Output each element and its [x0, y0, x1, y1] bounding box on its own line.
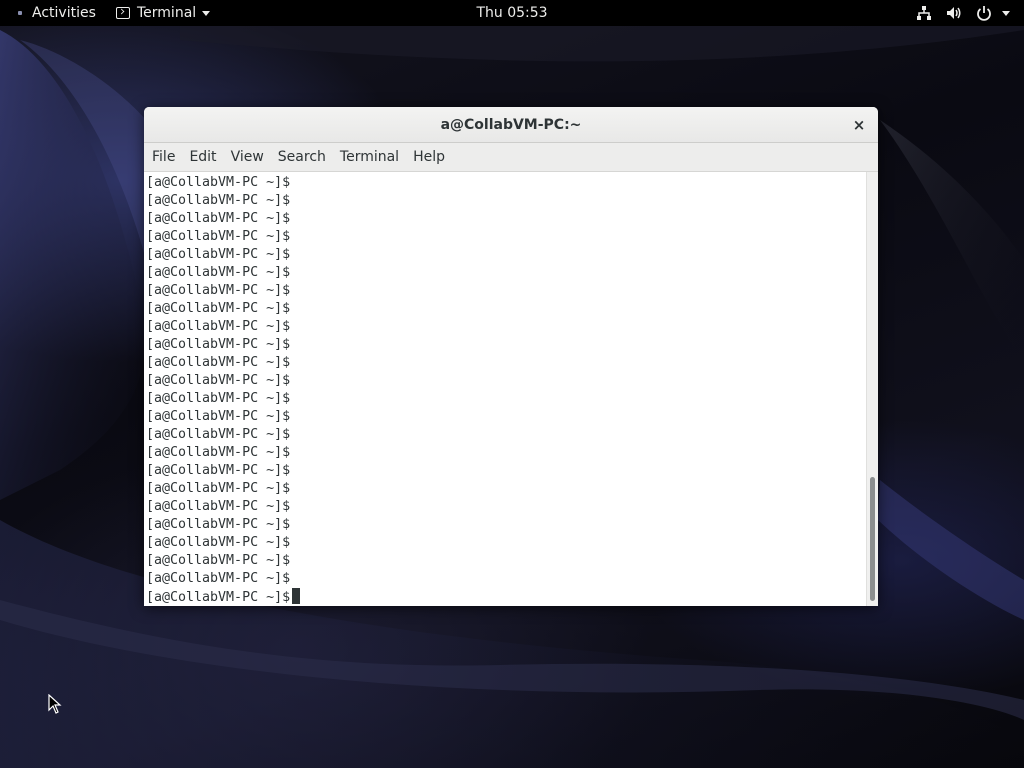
terminal-prompt-line: [a@CollabVM-PC ~]$ [146, 427, 291, 442]
window-title: a@CollabVM-PC:~ [440, 117, 582, 133]
app-menu-label: Terminal [137, 5, 197, 21]
menu-edit[interactable]: Edit [182, 143, 223, 172]
terminal-output[interactable]: [a@CollabVM-PC ~]$ [a@CollabVM-PC ~]$ [a@C… [144, 172, 866, 606]
menu-view[interactable]: View [224, 143, 271, 172]
terminal-prompt-line: [a@CollabVM-PC ~]$ [146, 265, 291, 280]
terminal-prompt-line: [a@CollabVM-PC ~]$ [146, 247, 291, 262]
power-icon [977, 6, 991, 21]
menu-bar: File Edit View Search Terminal Help [144, 143, 878, 172]
network-icon [917, 6, 931, 20]
terminal-prompt-line: [a@CollabVM-PC ~]$ [146, 373, 291, 388]
terminal-prompt-line: [a@CollabVM-PC ~]$ [146, 445, 291, 460]
menu-search[interactable]: Search [271, 143, 333, 172]
terminal-prompt-line: [a@CollabVM-PC ~]$ [146, 481, 291, 496]
activities-dot-icon [18, 11, 22, 15]
terminal-prompt-line: [a@CollabVM-PC ~]$ [146, 229, 291, 244]
activities-button[interactable]: Activities [14, 0, 96, 26]
terminal-prompt-line: [a@CollabVM-PC ~]$ [146, 193, 291, 208]
terminal-scrollbar[interactable] [866, 172, 878, 606]
terminal-prompt-line: [a@CollabVM-PC ~]$ [146, 517, 291, 532]
volume-icon [947, 7, 961, 19]
chevron-down-icon [1002, 10, 1010, 16]
terminal-prompt-line: [a@CollabVM-PC ~]$ [146, 553, 291, 568]
close-button[interactable]: × [850, 116, 868, 134]
app-menu-button[interactable]: Terminal [116, 0, 211, 26]
menu-file[interactable]: File [145, 143, 182, 172]
scrollbar-thumb[interactable] [870, 477, 875, 601]
terminal-prompt-line: [a@CollabVM-PC ~]$ [146, 211, 291, 226]
terminal-prompt-line: [a@CollabVM-PC ~]$ [146, 409, 291, 424]
terminal-prompt-line: [a@CollabVM-PC ~]$ [146, 355, 291, 370]
terminal-prompt-line: [a@CollabVM-PC ~]$ [146, 499, 291, 514]
terminal-prompt-line: [a@CollabVM-PC ~]$ [146, 588, 301, 606]
system-status-menu[interactable] [916, 0, 1010, 26]
menu-help[interactable]: Help [406, 143, 452, 172]
menu-terminal[interactable]: Terminal [333, 143, 406, 172]
terminal-prompt-line: [a@CollabVM-PC ~]$ [146, 175, 291, 190]
window-titlebar[interactable]: a@CollabVM-PC:~ × [144, 107, 878, 143]
terminal-prompt-line: [a@CollabVM-PC ~]$ [146, 571, 291, 586]
terminal-prompt-line: [a@CollabVM-PC ~]$ [146, 535, 291, 550]
terminal-prompt-line: [a@CollabVM-PC ~]$ [146, 337, 291, 352]
text-cursor [292, 588, 301, 604]
chevron-down-icon [202, 10, 211, 16]
activities-label: Activities [32, 5, 96, 21]
terminal-lines: [a@CollabVM-PC ~]$ [a@CollabVM-PC ~]$ [a@C… [146, 174, 301, 606]
terminal-prompt-line: [a@CollabVM-PC ~]$ [146, 283, 291, 298]
terminal-window: a@CollabVM-PC:~ × File Edit View Search … [144, 107, 878, 606]
terminal-prompt-line: [a@CollabVM-PC ~]$ [146, 301, 291, 316]
terminal-prompt-line: [a@CollabVM-PC ~]$ [146, 319, 291, 334]
clock[interactable]: Thu 05:53 [476, 5, 547, 21]
terminal-icon [116, 7, 130, 19]
terminal-prompt-line: [a@CollabVM-PC ~]$ [146, 391, 291, 406]
mouse-pointer-icon [48, 694, 62, 714]
terminal-prompt-line: [a@CollabVM-PC ~]$ [146, 463, 291, 478]
top-bar: Activities Terminal Thu 05:53 [0, 0, 1024, 26]
